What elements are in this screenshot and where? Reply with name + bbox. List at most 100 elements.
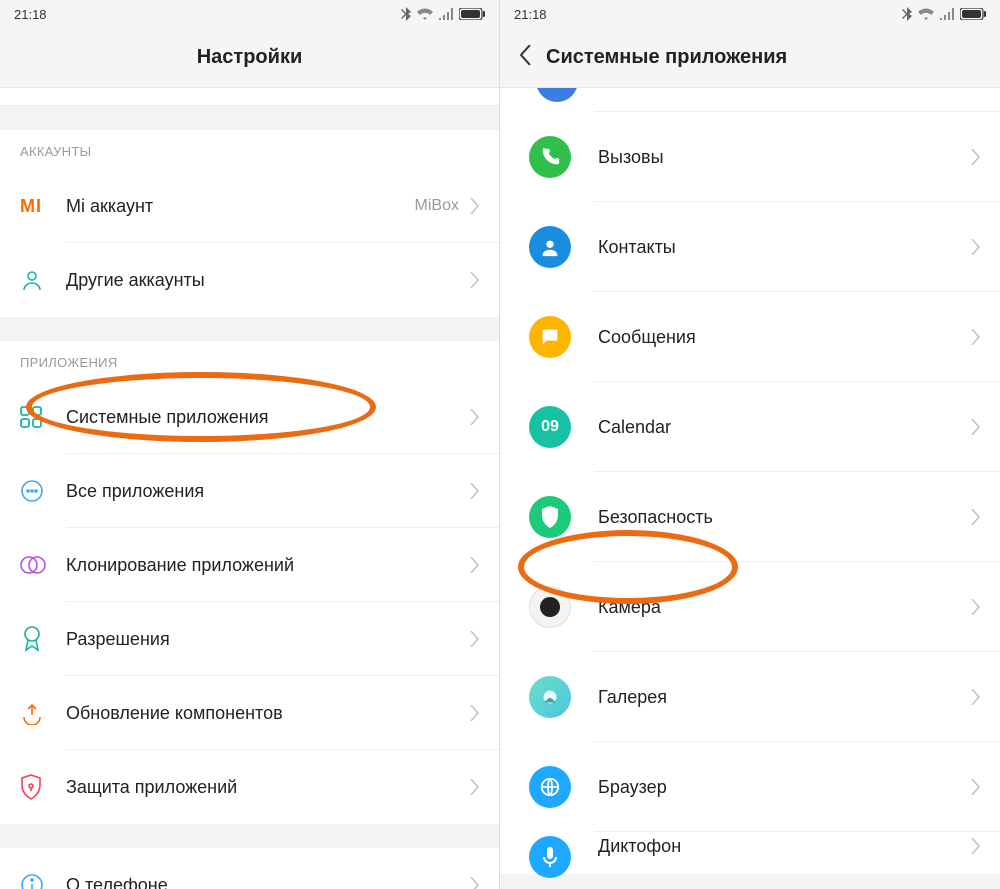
clock: 21:18 xyxy=(514,7,547,22)
row-calls[interactable]: Вызовы xyxy=(500,112,1000,202)
row-mi-account[interactable]: MI Mi аккаунт MiBox xyxy=(0,169,499,243)
globe-icon xyxy=(529,766,571,808)
row-security[interactable]: Безопасность xyxy=(500,472,1000,562)
row-browser[interactable]: Браузер xyxy=(500,742,1000,832)
title-bar: Системные приложения xyxy=(500,28,1000,88)
row-calendar[interactable]: 09 Calendar xyxy=(500,382,1000,472)
page-title: Настройки xyxy=(197,46,303,69)
signal-icon xyxy=(439,8,453,20)
row-component-updates[interactable]: Обновление компонентов xyxy=(0,676,499,750)
row-label: Защита приложений xyxy=(60,777,469,798)
chevron-right-icon xyxy=(970,329,980,345)
row-system-apps[interactable]: Системные приложения xyxy=(0,380,499,454)
wifi-icon xyxy=(918,8,934,20)
chevron-right-icon xyxy=(469,409,479,425)
bluetooth-icon xyxy=(401,7,411,21)
row-about-phone[interactable]: О телефоне xyxy=(0,848,499,889)
row-permissions[interactable]: Разрешения xyxy=(0,602,499,676)
camera-icon xyxy=(529,586,571,628)
section-header-apps: ПРИЛОЖЕНИЯ xyxy=(0,341,499,380)
row-label: Диктофон xyxy=(580,836,970,857)
chevron-right-icon xyxy=(469,877,479,889)
status-icons xyxy=(401,7,485,21)
section-header-accounts: АККАУНТЫ xyxy=(0,130,499,169)
row-label: Камера xyxy=(580,597,970,618)
phone-icon xyxy=(529,136,571,178)
signal-icon xyxy=(940,8,954,20)
status-icons xyxy=(902,7,986,21)
mi-logo-icon: MI xyxy=(20,196,42,217)
row-contacts[interactable]: Контакты xyxy=(500,202,1000,292)
chevron-right-icon xyxy=(970,149,980,165)
chevron-right-icon xyxy=(970,599,980,615)
app-icon-partial xyxy=(536,88,578,102)
chevron-right-icon xyxy=(469,631,479,647)
row-label: Другие аккаунты xyxy=(60,270,469,291)
chevron-right-icon xyxy=(469,557,479,573)
page-title: Системные приложения xyxy=(546,46,787,69)
chevron-left-icon xyxy=(520,45,532,65)
gallery-icon xyxy=(529,676,571,718)
chevron-right-icon xyxy=(469,198,479,214)
row-label: Безопасность xyxy=(580,507,970,528)
row-label: Все приложения xyxy=(60,481,469,502)
row-label: Mi аккаунт xyxy=(60,196,415,217)
chevron-right-icon xyxy=(469,779,479,795)
chevron-right-icon xyxy=(469,272,479,288)
row-label: Обновление компонентов xyxy=(60,703,469,724)
dots-circle-icon xyxy=(20,479,44,503)
mic-icon xyxy=(529,836,571,878)
row-app-lock[interactable]: Защита приложений xyxy=(0,750,499,824)
badge-icon xyxy=(20,626,44,652)
wifi-icon xyxy=(417,8,433,20)
calendar-icon: 09 xyxy=(529,406,571,448)
status-bar: 21:18 xyxy=(500,0,1000,28)
overlap-circles-icon xyxy=(20,554,46,576)
clock: 21:18 xyxy=(14,7,47,22)
row-label: Контакты xyxy=(580,237,970,258)
chevron-right-icon xyxy=(970,239,980,255)
phone-right: 21:18 Системные приложения xyxy=(500,0,1000,889)
back-button[interactable] xyxy=(520,45,532,70)
row-label: Calendar xyxy=(580,417,970,438)
message-icon xyxy=(529,316,571,358)
grid-icon xyxy=(20,406,42,428)
row-label: О телефоне xyxy=(60,875,469,889)
chevron-right-icon xyxy=(469,705,479,721)
row-other-accounts[interactable]: Другие аккаунты xyxy=(0,243,499,317)
bluetooth-icon xyxy=(902,7,912,21)
person-icon xyxy=(20,268,44,292)
row-label: Системные приложения xyxy=(60,407,469,428)
row-recorder[interactable]: Диктофон xyxy=(500,832,1000,874)
chevron-right-icon xyxy=(970,419,980,435)
row-dual-apps[interactable]: Клонирование приложений xyxy=(0,528,499,602)
row-label: Сообщения xyxy=(580,327,970,348)
row-label: Браузер xyxy=(580,777,970,798)
shield-lock-icon xyxy=(20,774,42,800)
chevron-right-icon xyxy=(970,689,980,705)
row-label: Галерея xyxy=(580,687,970,708)
info-icon xyxy=(20,873,44,889)
chevron-right-icon xyxy=(970,838,980,854)
list-item-partial-top[interactable] xyxy=(500,88,1000,112)
row-gallery[interactable]: Галерея xyxy=(500,652,1000,742)
row-camera[interactable]: Камера xyxy=(500,562,1000,652)
title-bar: Настройки xyxy=(0,28,499,88)
row-value: MiBox xyxy=(415,197,459,215)
battery-icon xyxy=(459,8,485,20)
row-label: Вызовы xyxy=(580,147,970,168)
contacts-icon xyxy=(529,226,571,268)
chevron-right-icon xyxy=(469,483,479,499)
phone-left: 21:18 Настройки АККАУНТЫ MI Mi аккаунт M… xyxy=(0,0,500,889)
row-label: Клонирование приложений xyxy=(60,555,469,576)
upload-circle-icon xyxy=(20,701,44,725)
chevron-right-icon xyxy=(970,779,980,795)
battery-icon xyxy=(960,8,986,20)
row-label: Разрешения xyxy=(60,629,469,650)
row-messaging[interactable]: Сообщения xyxy=(500,292,1000,382)
status-bar: 21:18 xyxy=(0,0,499,28)
row-all-apps[interactable]: Все приложения xyxy=(0,454,499,528)
shield-icon xyxy=(529,496,571,538)
chevron-right-icon xyxy=(970,509,980,525)
list-spacer xyxy=(0,88,499,106)
